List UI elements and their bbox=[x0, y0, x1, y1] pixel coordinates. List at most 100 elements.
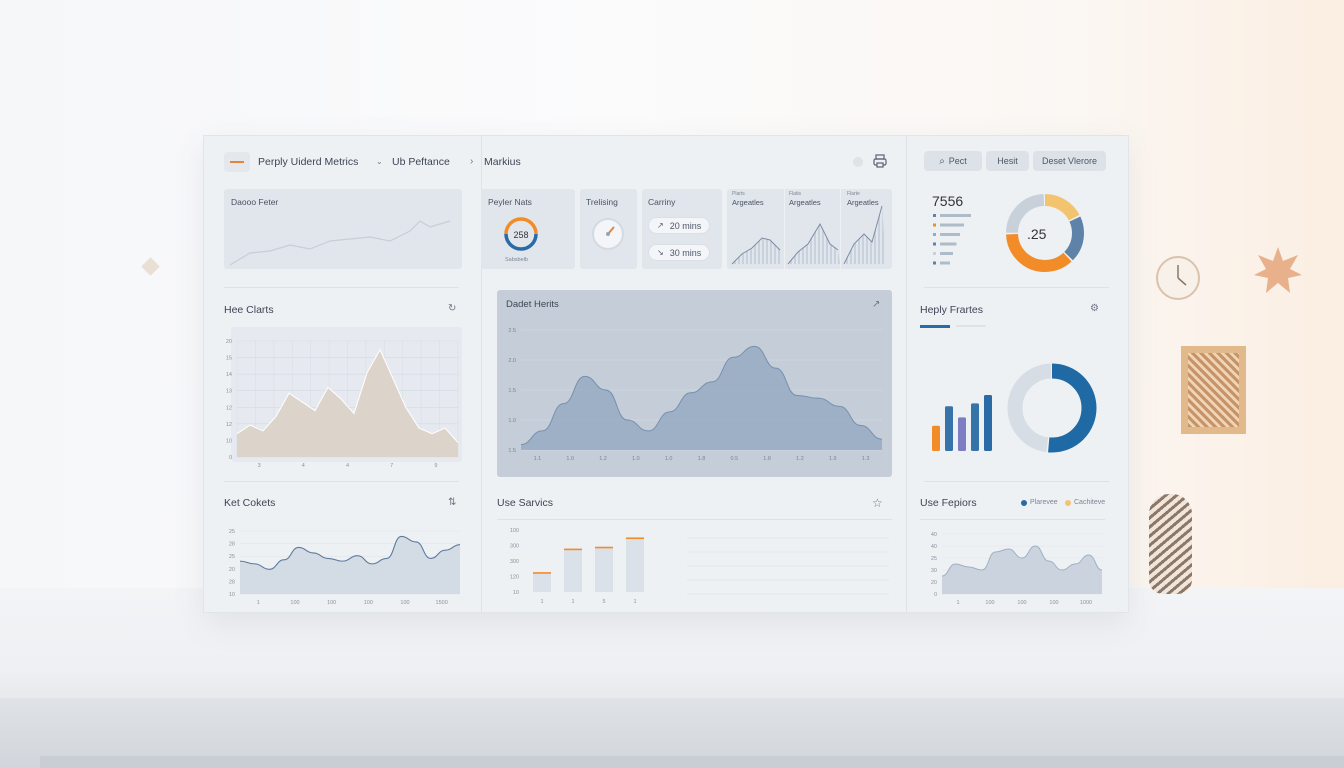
bar-marker bbox=[933, 223, 936, 227]
ket-cokets-area-chart: 25 28 25 20 28 10 1 100 100 100 100 1500 bbox=[229, 529, 461, 606]
nav-item-markius[interactable]: Markius bbox=[484, 156, 521, 168]
y-tick-label: 40 bbox=[931, 544, 937, 550]
bar-marker bbox=[933, 252, 936, 255]
time-chip-20[interactable]: ↗ 20 mins bbox=[648, 217, 711, 234]
y-tick-label: 100 bbox=[510, 528, 519, 534]
horizontal-bar-list bbox=[933, 214, 971, 265]
gauge-caption: Sabsbelb bbox=[505, 257, 528, 263]
x-tick-label: 1 bbox=[633, 599, 636, 605]
use-fepiors-area-chart: 40 40 25 30 20 0 1 100 100 100 1000 bbox=[931, 532, 1103, 606]
y-tick-label: 20 bbox=[229, 567, 235, 573]
settings-icon[interactable]: ⚙ bbox=[1090, 303, 1099, 314]
bar bbox=[940, 252, 953, 255]
x-tick-label: 100 bbox=[364, 600, 373, 606]
menu-line-icon[interactable] bbox=[224, 152, 250, 172]
dial-icon bbox=[592, 218, 624, 250]
wall-clock-icon bbox=[1156, 256, 1200, 300]
panel-trelising[interactable]: Trelising bbox=[580, 189, 637, 269]
row-divider bbox=[224, 287, 459, 288]
row-divider bbox=[920, 519, 1105, 520]
y-tick-label: 2.5 bbox=[508, 328, 516, 334]
y-tick-label: 300 bbox=[510, 544, 519, 550]
x-tick-label: 1.8 bbox=[763, 456, 771, 462]
y-tick-label: 10 bbox=[513, 590, 519, 596]
x-tick-label: 4 bbox=[346, 463, 349, 469]
panel-carriny[interactable]: Carriny ↗ 20 mins ↘ 30 mins bbox=[642, 189, 722, 269]
hesit-pill-label: Hesit bbox=[997, 156, 1018, 166]
time-chip-30[interactable]: ↘ 30 mins bbox=[648, 244, 711, 261]
panel-daooo-feter[interactable]: Daooo Feter bbox=[224, 189, 462, 269]
chevron-down-icon[interactable]: ⌄ bbox=[376, 157, 383, 166]
chart-icon[interactable]: ⇅ bbox=[448, 497, 456, 508]
bar-marker bbox=[933, 233, 936, 236]
printer-icon[interactable] bbox=[873, 154, 887, 168]
x-tick-label: 7 bbox=[390, 463, 393, 469]
deset-pill-button[interactable]: Deset Vlerore bbox=[1033, 151, 1106, 171]
use-sarvics-bar-chart: 100 300 300 120 10 1 1 5 1 bbox=[510, 528, 889, 605]
bar-cap bbox=[626, 537, 644, 540]
x-tick-label: 1.0 bbox=[665, 456, 673, 462]
y-tick-label: 12 bbox=[226, 422, 232, 428]
bar bbox=[932, 425, 940, 451]
search-pill-button[interactable]: ⌕ Pect bbox=[924, 151, 982, 171]
area-fill bbox=[521, 346, 882, 450]
wall-star-decoration bbox=[1254, 247, 1302, 293]
mini-title: Argeatles bbox=[847, 198, 879, 207]
row-divider bbox=[924, 287, 1109, 288]
colored-bar-chart bbox=[932, 395, 992, 451]
mini-subtitle: Plarts bbox=[732, 191, 745, 197]
big-number: 7556 bbox=[932, 193, 964, 209]
x-tick-label: 1.3 bbox=[862, 456, 870, 462]
panel-title: Carriny bbox=[648, 197, 676, 207]
bar bbox=[533, 572, 551, 592]
panel-peyler-nats[interactable]: Peyler Nats 258 Sabsbelb bbox=[481, 189, 575, 269]
y-tick-label: 28 bbox=[229, 579, 235, 585]
bar bbox=[984, 395, 992, 451]
y-tick-label: 10 bbox=[229, 592, 235, 598]
star-icon[interactable]: ☆ bbox=[872, 496, 883, 510]
x-tick-label: 1000 bbox=[1080, 600, 1092, 606]
panel-argeatles[interactable]: Plarts Argeatles Flatis Argeatles Flarte… bbox=[727, 189, 892, 269]
x-tick-label: 100 bbox=[1049, 600, 1058, 606]
mini-area-charts bbox=[731, 205, 886, 265]
dadet-herits-area-chart: 2.5 2.0 1.5 1.0 1.5 1.1 1.0 1.2 1.0 1.0 1.8 0.5 1.8 1… bbox=[508, 328, 883, 462]
y-tick-label: 1.0 bbox=[508, 418, 516, 424]
y-tick-label: 300 bbox=[510, 559, 519, 565]
x-tick-label: 1 bbox=[257, 600, 260, 606]
x-tick-label: 1 bbox=[571, 599, 574, 605]
panel-title: Daooo Feter bbox=[231, 197, 279, 207]
panel-title: Peyler Nats bbox=[488, 197, 532, 207]
legend-marker-cachiteve bbox=[1065, 500, 1071, 506]
bar bbox=[940, 214, 971, 217]
chip-label: 20 mins bbox=[669, 220, 702, 231]
x-tick-label: 5 bbox=[602, 599, 605, 605]
mini-subtitle: Flatis bbox=[789, 191, 801, 197]
x-tick-label: 1.2 bbox=[599, 456, 607, 462]
bar bbox=[564, 548, 582, 592]
nav-item-performance[interactable]: Ub Peftance bbox=[392, 156, 450, 168]
bar bbox=[940, 242, 957, 246]
x-tick-label: 1500 bbox=[436, 600, 448, 606]
x-tick-label: 4 bbox=[302, 463, 305, 469]
bar bbox=[958, 417, 966, 451]
sparkline-chart bbox=[229, 220, 451, 266]
refresh-icon[interactable]: ↻ bbox=[448, 303, 456, 314]
x-tick-label: 9 bbox=[434, 463, 437, 469]
x-tick-label: 3 bbox=[258, 463, 261, 469]
area-fill bbox=[942, 546, 1102, 594]
column-divider bbox=[906, 136, 907, 612]
wall-frame-decoration bbox=[1181, 346, 1246, 434]
x-tick-label: 1.0 bbox=[632, 456, 640, 462]
status-dot-icon bbox=[853, 157, 863, 167]
y-tick-label: 20 bbox=[226, 339, 232, 345]
vase-decoration bbox=[1149, 494, 1192, 594]
arrow-right-icon: › bbox=[470, 156, 474, 167]
mini-subtitle: Flarte bbox=[847, 191, 860, 197]
row-divider bbox=[224, 481, 459, 482]
bar-marker bbox=[933, 242, 936, 246]
dashboard-title: Perply Uiderd Metrics bbox=[258, 156, 359, 168]
bar-cap bbox=[533, 572, 551, 574]
y-tick-label: 0 bbox=[934, 592, 937, 598]
y-tick-label: 28 bbox=[229, 542, 235, 548]
hesit-pill-button[interactable]: Hesit bbox=[986, 151, 1029, 171]
